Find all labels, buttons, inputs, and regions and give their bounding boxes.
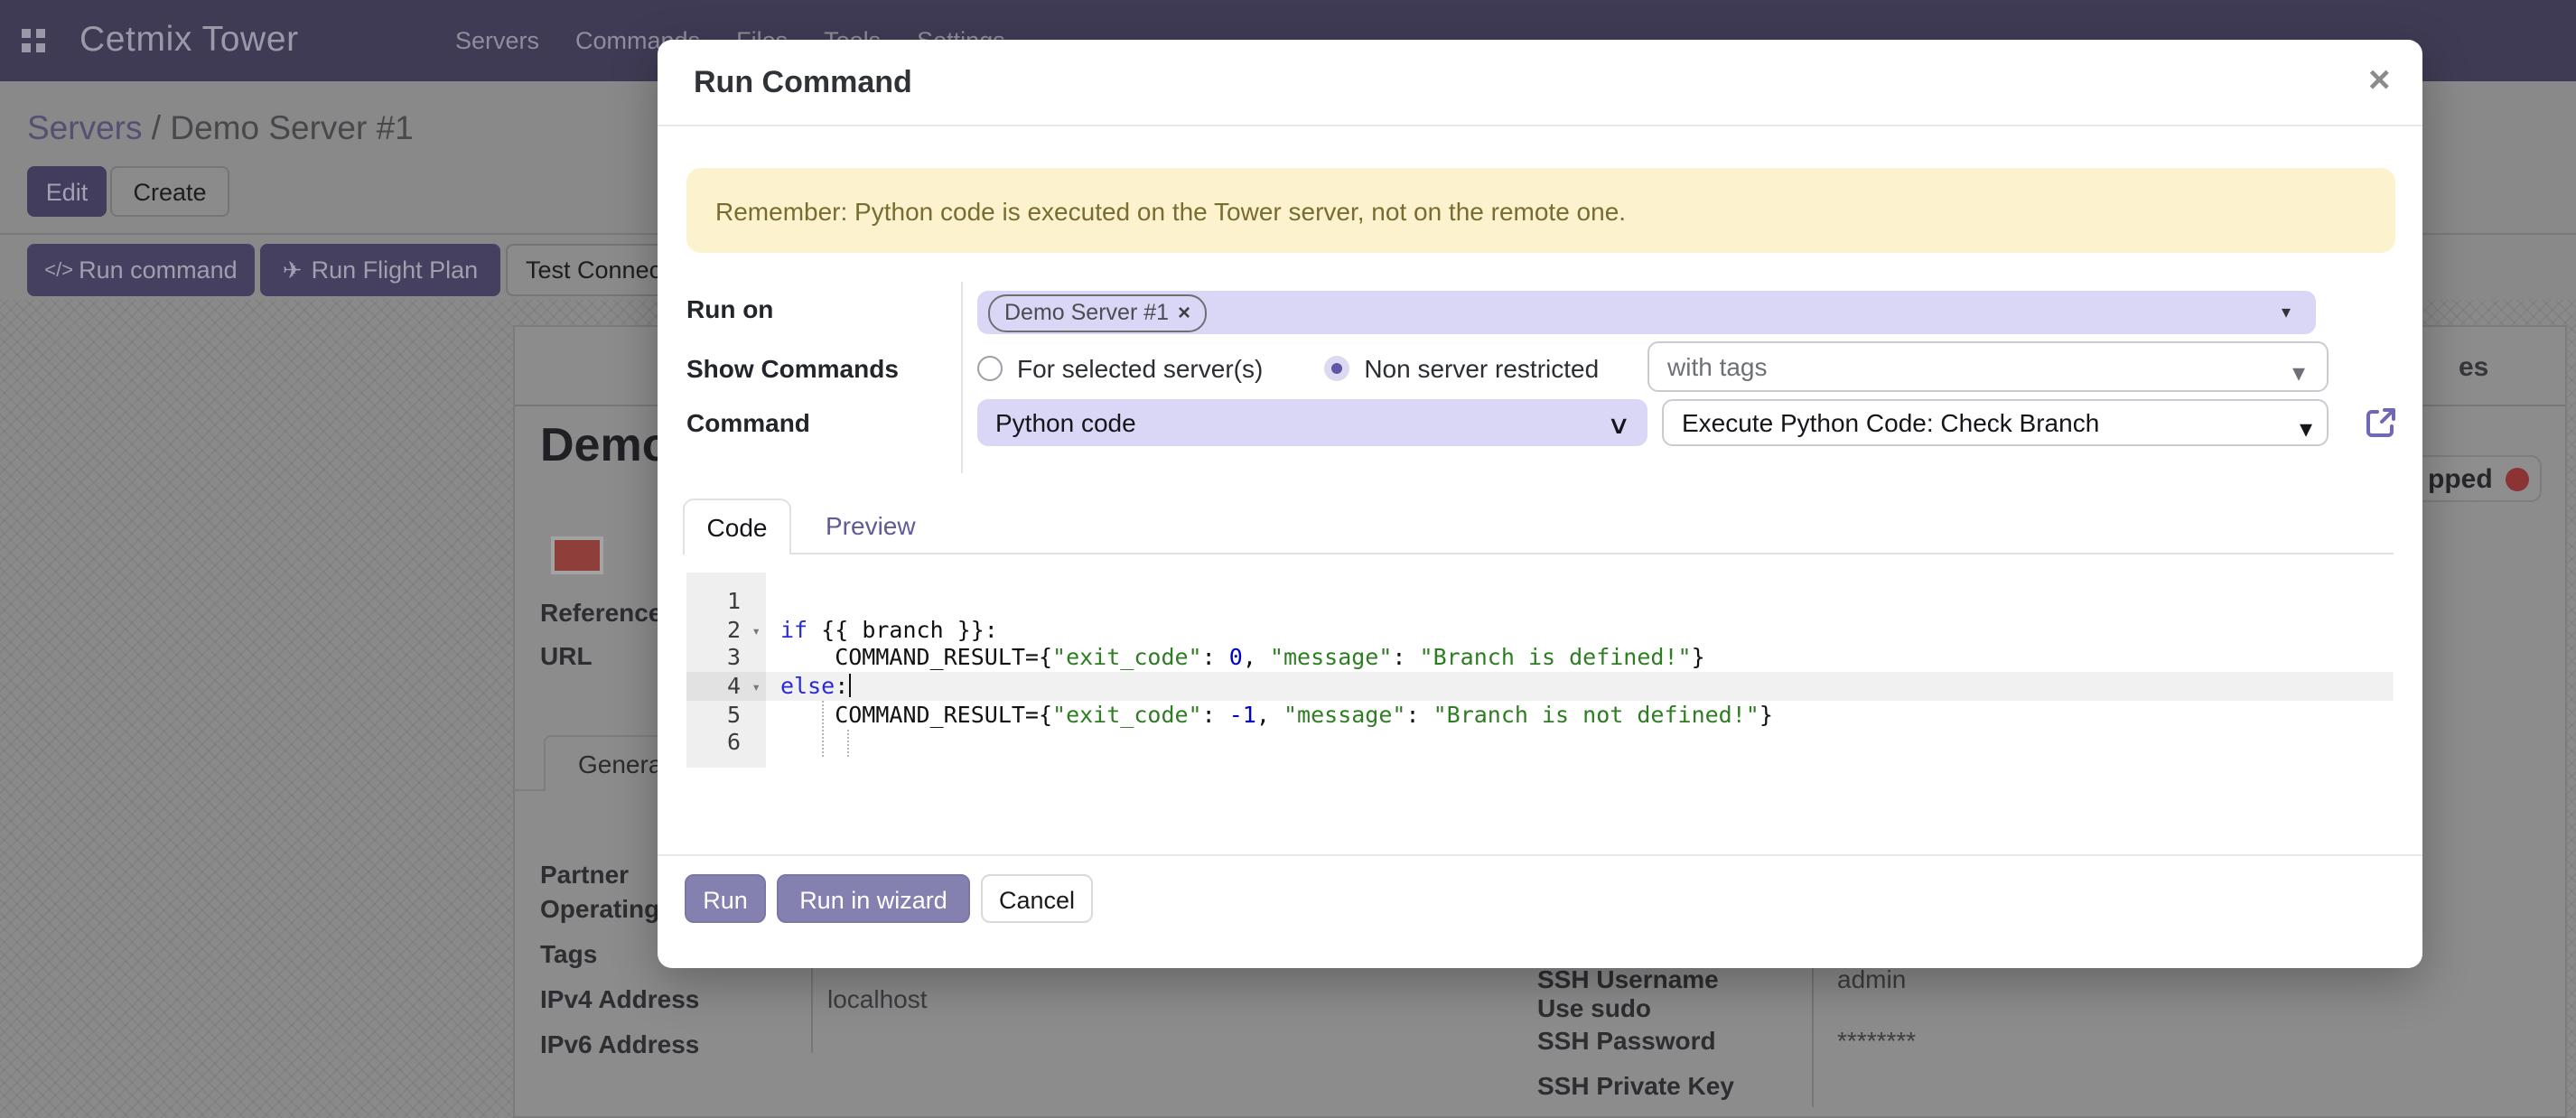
apps-grid-icon[interactable] <box>22 29 45 52</box>
editor-line-1[interactable]: 1 <box>686 587 2394 615</box>
card-header-fragment: es <box>2459 352 2488 383</box>
radio-for-selected-servers[interactable] <box>977 356 1003 381</box>
show-commands-label: Show Commands <box>686 345 899 392</box>
line-number: 5 <box>686 701 766 729</box>
modal-title: Run Command <box>694 40 912 125</box>
use-sudo-label: Use sudo <box>1537 993 1651 1022</box>
run-button[interactable]: Run <box>685 874 766 923</box>
tab-general-label: General <box>578 750 668 778</box>
status-stopped-dot-icon <box>2506 467 2529 490</box>
fold-arrow-icon[interactable]: ▾ <box>751 674 761 702</box>
code-icon: </> <box>44 259 73 281</box>
external-link-icon[interactable] <box>2363 405 2399 441</box>
editor-line-3[interactable]: 3 COMMAND_RESULT={"exit_code": 0, "messa… <box>686 644 2394 672</box>
editor-line-5[interactable]: 5 COMMAND_RESULT={"exit_code": -1, "mess… <box>686 701 2394 729</box>
modal-header-divider <box>658 125 2422 126</box>
tab-code[interactable]: Code <box>683 498 791 554</box>
line-number: 6 <box>686 729 766 757</box>
fold-arrow-icon[interactable]: ▾ <box>751 617 761 645</box>
line-number: 2▾ <box>686 615 766 643</box>
ssh-username-value: admin <box>1837 964 1906 993</box>
editor-line-6[interactable]: 6 <box>686 729 2394 757</box>
plane-icon: ✈ <box>283 256 303 284</box>
command-type-select[interactable]: Python code ∨ <box>977 399 1647 446</box>
url-label: URL <box>540 641 593 670</box>
command-reference-select[interactable]: Execute Python Code: Check Branch ▾ <box>1662 399 2329 446</box>
command-label: Command <box>686 399 810 446</box>
code-editor[interactable]: 12▾if {{ branch }}:3 COMMAND_RESULT={"ex… <box>686 573 2394 768</box>
run-flight-plan-label: Run Flight Plan <box>312 256 479 284</box>
brand-title[interactable]: Cetmix Tower <box>79 0 299 81</box>
tags-filter-placeholder: with tags <box>1667 352 1768 381</box>
indent-guide <box>822 701 824 758</box>
status-label-fragment: pped <box>2428 463 2493 494</box>
test-connection-button[interactable]: Test Connec <box>506 244 679 296</box>
breadcrumb-current: Demo Server #1 <box>170 108 413 146</box>
run-on-label: Run on <box>686 285 773 332</box>
breadcrumb-separator: / <box>143 108 171 146</box>
run-in-wizard-button[interactable]: Run in wizard <box>777 874 970 923</box>
chevron-down-icon: ∨ <box>1607 410 1631 441</box>
reference-label: Reference <box>540 598 662 627</box>
tag-remove-icon[interactable]: × <box>1178 300 1190 325</box>
server-status-badge[interactable]: pped <box>2404 455 2542 502</box>
run-command-label: Run command <box>79 256 238 284</box>
operating-system-label: Operating <box>540 894 659 923</box>
form-column-divider <box>961 282 963 473</box>
tags-label: Tags <box>540 939 597 968</box>
line-number: 1 <box>686 587 766 615</box>
radio-non-server-restricted-label[interactable]: Non server restricted <box>1364 354 1599 383</box>
ssh-private-key-label: SSH Private Key <box>1537 1071 1734 1100</box>
python-warning-alert: Remember: Python code is executed on the… <box>686 168 2395 253</box>
text-cursor <box>848 674 851 697</box>
line-number: 4▾ <box>686 672 766 700</box>
alert-text: Remember: Python code is executed on the… <box>715 196 1626 225</box>
screen: Cetmix Tower Servers Commands Files Tool… <box>0 0 2576 1118</box>
tags-filter-select[interactable]: with tags ▾ <box>1647 341 2329 392</box>
radio-for-selected-servers-label[interactable]: For selected server(s) <box>1017 354 1263 383</box>
menu-item-servers[interactable]: Servers <box>455 27 539 54</box>
edit-button[interactable]: Edit <box>27 166 107 217</box>
server-tag-pill[interactable]: Demo Server #1 × <box>988 293 1207 331</box>
server-title-fragment: Demo <box>540 417 671 473</box>
command-type-value: Python code <box>995 408 1136 437</box>
breadcrumb-servers-link[interactable]: Servers <box>27 108 143 146</box>
code-editor-lines: 12▾if {{ branch }}:3 COMMAND_RESULT={"ex… <box>686 587 2394 757</box>
create-button[interactable]: Create <box>110 166 229 217</box>
breadcrumb: Servers / Demo Server #1 <box>27 108 414 148</box>
cancel-button[interactable]: Cancel <box>981 874 1093 923</box>
show-commands-radios: For selected server(s) Non server restri… <box>977 345 1599 392</box>
indent-guide <box>847 729 849 757</box>
ssh-username-label: SSH Username <box>1537 964 1719 993</box>
server-tag-label: Demo Server #1 <box>1004 300 1169 325</box>
editor-tabs: Code Preview <box>683 498 2394 554</box>
editor-line-4[interactable]: 4▾else: <box>686 672 2394 700</box>
ssh-password-label: SSH Password <box>1537 1026 1716 1055</box>
caret-down-icon: ▾ <box>2300 414 2312 444</box>
partner-label: Partner <box>540 860 629 889</box>
editor-line-2[interactable]: 2▾if {{ branch }}: <box>686 615 2394 643</box>
run-command-modal: Run Command × Remember: Python code is e… <box>658 40 2422 968</box>
ipv4-label: IPv4 Address <box>540 984 699 1013</box>
radio-non-server-restricted[interactable] <box>1324 356 1349 381</box>
run-on-field[interactable]: Demo Server #1 × ▾ <box>977 291 2316 334</box>
close-icon[interactable]: × <box>2368 60 2391 103</box>
tab-preview[interactable]: Preview <box>791 498 950 553</box>
run-command-button[interactable]: </> Run command <box>27 244 255 296</box>
ipv4-value: localhost <box>827 984 928 1013</box>
line-number: 3 <box>686 644 766 672</box>
caret-down-icon: ▾ <box>2282 303 2291 323</box>
ssh-password-value: ******** <box>1837 1026 1916 1055</box>
ipv6-label: IPv6 Address <box>540 1029 699 1058</box>
server-color-swatch[interactable] <box>551 536 603 574</box>
modal-footer-divider <box>658 854 2422 856</box>
command-reference-value: Execute Python Code: Check Branch <box>1682 408 2099 437</box>
run-flight-plan-button[interactable]: ✈ Run Flight Plan <box>260 244 500 296</box>
caret-down-icon: ▾ <box>2292 358 2305 388</box>
